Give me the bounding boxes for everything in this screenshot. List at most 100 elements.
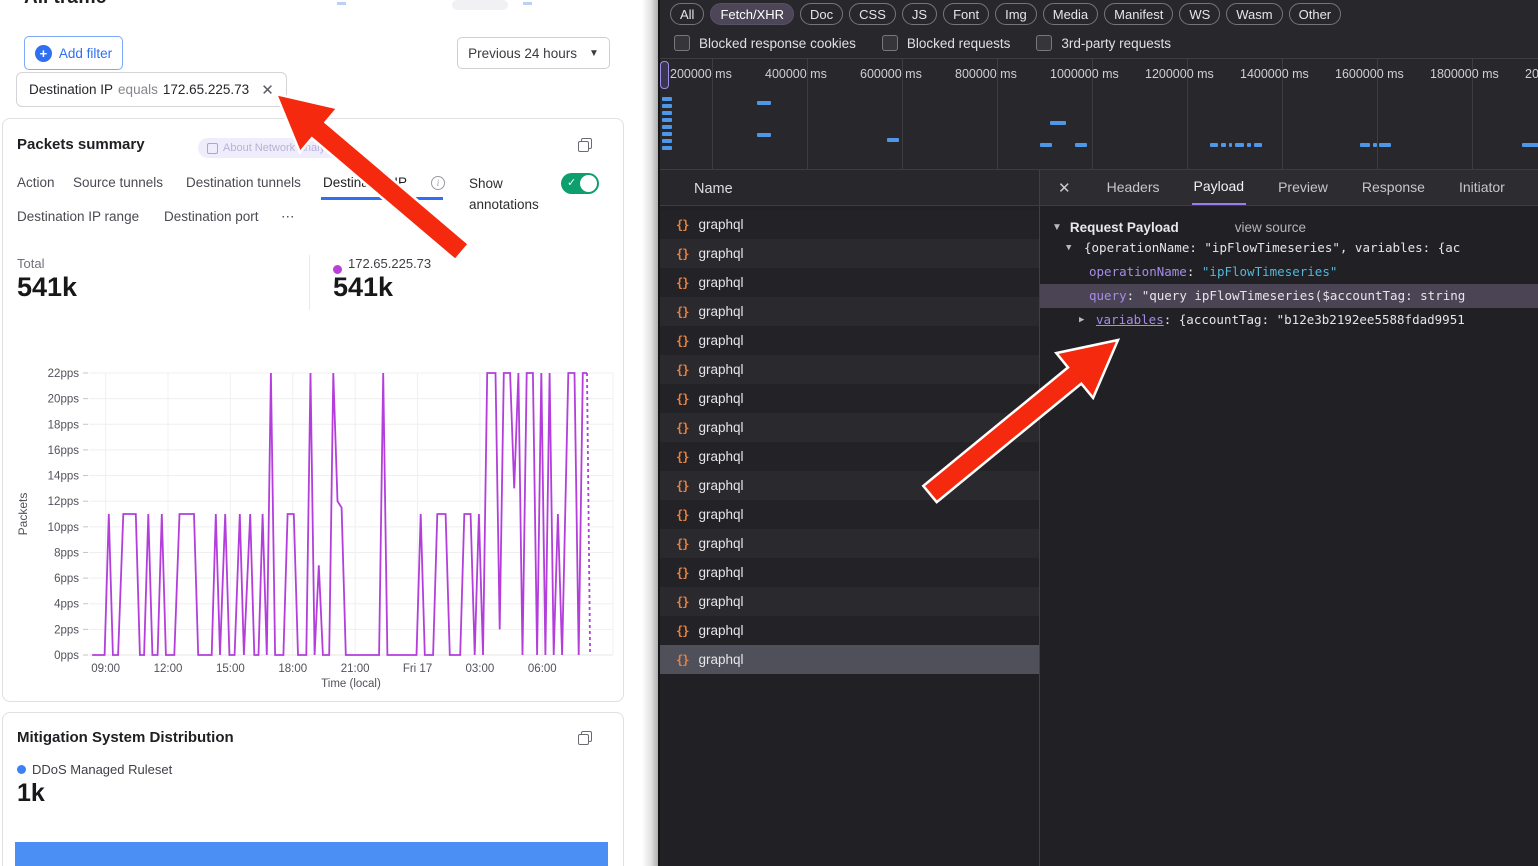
checkbox-label: Blocked response cookies (699, 36, 856, 51)
filter-pill-other[interactable]: Other (1289, 3, 1342, 25)
request-row-graphql[interactable]: {}graphql (660, 529, 1039, 558)
remove-filter-icon[interactable]: ✕ (261, 81, 274, 99)
view-source-link[interactable]: view source (1235, 220, 1306, 235)
request-row-graphql[interactable]: {}graphql (660, 616, 1039, 645)
request-row-graphql[interactable]: {}graphql (660, 268, 1039, 297)
page-scrollbar[interactable] (642, 0, 658, 866)
timeline-tick-label: 800000 ms (955, 67, 1017, 81)
legend-dot (17, 765, 26, 774)
filter-pill-font[interactable]: Font (943, 3, 989, 25)
timeline-range-handle[interactable] (660, 61, 669, 89)
request-row-graphql[interactable]: {}graphql (660, 413, 1039, 442)
add-filter-button[interactable]: + Add filter (24, 36, 123, 70)
request-row-graphql[interactable]: {}graphql (660, 384, 1039, 413)
svg-text:18pps: 18pps (48, 419, 80, 431)
filter-pill-fetch-xhr[interactable]: Fetch/XHR (710, 3, 794, 25)
request-name: graphql (698, 536, 743, 551)
tab-more[interactable]: ⋯ (281, 209, 295, 225)
network-overview-timeline[interactable]: 200000 ms400000 ms600000 ms800000 ms1000… (660, 58, 1538, 170)
checkbox-box[interactable] (1036, 35, 1052, 51)
filter-pill-media[interactable]: Media (1043, 3, 1098, 25)
filter-pill-js[interactable]: JS (902, 3, 937, 25)
detail-tab-initiator[interactable]: Initiator (1457, 171, 1507, 204)
checkbox-box[interactable] (674, 35, 690, 51)
filter-pill-css[interactable]: CSS (849, 3, 896, 25)
request-name: graphql (698, 594, 743, 609)
json-braces-icon: {} (676, 247, 688, 261)
request-row-graphql[interactable]: {} graphql (660, 500, 1039, 529)
request-row-graphql[interactable]: {}graphql (660, 297, 1039, 326)
filter-operator: equals (118, 82, 158, 97)
filter-pill-wasm[interactable]: Wasm (1226, 3, 1282, 25)
request-row-graphql[interactable]: {}graphql (660, 239, 1039, 268)
json-braces-icon: {} (676, 363, 688, 377)
time-range-dropdown[interactable]: Previous 24 hours ▼ (457, 37, 610, 69)
collapsed-caret-icon[interactable]: ▶ (1079, 308, 1084, 332)
svg-text:8pps: 8pps (54, 547, 79, 559)
request-name: graphql (698, 623, 743, 638)
tab-source-tunnels[interactable]: Source tunnels (73, 175, 163, 190)
about-network-analytics-badge[interactable]: About Network Analytics (198, 138, 351, 158)
detail-tab-headers[interactable]: Headers (1105, 171, 1162, 204)
timeline-request-mark (662, 139, 672, 143)
request-name: graphql (698, 507, 743, 522)
expand-card-icon[interactable] (581, 138, 592, 149)
request-row-graphql[interactable]: {}graphql (660, 645, 1039, 674)
plus-icon: + (35, 45, 52, 62)
detail-tab-preview[interactable]: Preview (1276, 171, 1330, 204)
checkbox-3rd-party-requests[interactable]: 3rd-party requests (1036, 35, 1171, 51)
request-name: graphql (698, 333, 743, 348)
payload-tree-row[interactable]: query: "query ipFlowTimeseries($accountT… (1040, 284, 1538, 308)
expanded-caret-icon[interactable]: ▼ (1066, 236, 1071, 260)
name-column-header[interactable]: Name (660, 170, 1039, 206)
payload-tree-row[interactable]: ▼{operationName: "ipFlowTimeseries", var… (1040, 236, 1538, 260)
svg-text:2pps: 2pps (54, 624, 79, 636)
stat-ip-value: 541k (333, 272, 393, 303)
request-row-graphql[interactable]: {}graphql (660, 471, 1039, 500)
filter-pill-doc[interactable]: Doc (800, 3, 843, 25)
request-row-graphql[interactable]: {}graphql (660, 210, 1039, 239)
request-row-graphql[interactable]: {}graphql (660, 326, 1039, 355)
request-row-graphql[interactable]: {}graphql (660, 558, 1039, 587)
svg-text:18:00: 18:00 (278, 663, 307, 675)
close-icon[interactable]: ✕ (1058, 179, 1071, 197)
section-title: Request Payload (1070, 220, 1179, 235)
json-braces-icon: {} (676, 595, 688, 609)
expand-card-icon[interactable] (581, 731, 592, 742)
svg-text:12pps: 12pps (48, 496, 80, 508)
checkbox-box[interactable] (882, 35, 898, 51)
json-braces-icon: {} (676, 508, 688, 522)
tab-action[interactable]: Action (17, 175, 55, 190)
svg-text:6pps: 6pps (54, 573, 79, 585)
tab-destination-ip[interactable]: Destination IP (323, 175, 407, 190)
badge-label: About Network Analytics (223, 142, 342, 154)
detail-tab-payload[interactable]: Payload (1192, 170, 1247, 205)
request-row-graphql[interactable]: {}graphql (660, 442, 1039, 471)
timeline-tick-label: 1600000 ms (1335, 67, 1404, 81)
svg-text:16pps: 16pps (48, 445, 80, 457)
detail-tab-response[interactable]: Response (1360, 171, 1427, 204)
show-annotations-toggle[interactable]: ✓ (561, 173, 599, 194)
tab-destination-ip-range[interactable]: Destination IP range (17, 209, 139, 224)
request-row-graphql[interactable]: {} graphql (660, 587, 1039, 616)
filter-chip[interactable]: Destination IP equals 172.65.225.73 ✕ (16, 72, 287, 107)
request-name: graphql (698, 217, 743, 232)
timeline-request-mark (1522, 143, 1538, 147)
tab-destination-port[interactable]: Destination port (164, 209, 259, 224)
timeline-request-mark (1210, 143, 1218, 147)
filter-pill-all[interactable]: All (670, 3, 704, 25)
checkbox-blocked-requests[interactable]: Blocked requests (882, 35, 1011, 51)
timeline-tick-label: 1400000 ms (1240, 67, 1309, 81)
timeline-request-mark (1379, 143, 1391, 147)
tab-destination-tunnels[interactable]: Destination tunnels (186, 175, 301, 190)
checkbox-blocked-response-cookies[interactable]: Blocked response cookies (674, 35, 856, 51)
payload-tree-row[interactable]: ▶ variables: {accountTag: "b12e3b2192ee55… (1040, 308, 1538, 332)
payload-tree-row[interactable]: operationName: "ipFlowTimeseries" (1040, 260, 1538, 284)
filter-pill-ws[interactable]: WS (1179, 3, 1220, 25)
request-row-graphql[interactable]: {}graphql (660, 355, 1039, 384)
payload-row-text: variables: {accountTag: "b12e3b2192ee558… (1096, 308, 1465, 332)
filter-pill-manifest[interactable]: Manifest (1104, 3, 1173, 25)
filter-pill-img[interactable]: Img (995, 3, 1037, 25)
svg-text:22pps: 22pps (48, 368, 80, 380)
request-payload-section-header[interactable]: ▼ Request Payload view source (1052, 220, 1306, 235)
